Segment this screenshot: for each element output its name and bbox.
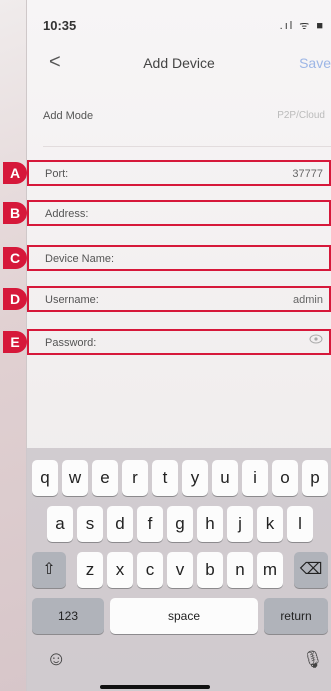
password-label: Password:: [45, 337, 97, 349]
address-label: Address:: [45, 208, 89, 220]
key-o[interactable]: o: [272, 460, 298, 496]
password-field[interactable]: E Password:: [3, 329, 331, 355]
port-label: Port:: [45, 168, 69, 180]
port-value: 37777: [292, 168, 323, 180]
status-time: 10:35: [43, 18, 77, 33]
badge-a: A: [3, 162, 27, 184]
home-indicator: [100, 685, 210, 689]
key-p[interactable]: p: [302, 460, 328, 496]
keyboard: q w e r t y u i o p a s d f g h j k l ⇧ …: [26, 448, 331, 691]
key-z[interactable]: z: [77, 552, 103, 588]
key-r[interactable]: r: [122, 460, 148, 496]
key-s[interactable]: s: [77, 506, 103, 542]
key-e[interactable]: e: [92, 460, 118, 496]
space-key[interactable]: space: [110, 598, 258, 634]
add-mode-row[interactable]: Add Mode P2P/Cloud: [27, 104, 331, 130]
key-y[interactable]: y: [182, 460, 208, 496]
device-name-label: Device Name:: [45, 253, 115, 265]
divider: [43, 146, 331, 147]
username-value: admin: [293, 294, 323, 306]
key-a[interactable]: a: [47, 506, 73, 542]
key-t[interactable]: t: [152, 460, 178, 496]
return-key[interactable]: return: [264, 598, 328, 634]
key-k[interactable]: k: [257, 506, 283, 542]
badge-b: B: [3, 202, 27, 224]
key-n[interactable]: n: [227, 552, 253, 588]
key-h[interactable]: h: [197, 506, 223, 542]
username-field[interactable]: D Username: admin: [3, 286, 331, 312]
nav-bar: < Add Device Save: [27, 52, 331, 76]
key-j[interactable]: j: [227, 506, 253, 542]
add-mode-value: P2P/Cloud: [277, 110, 325, 121]
save-button[interactable]: Save: [299, 55, 331, 71]
key-u[interactable]: u: [212, 460, 238, 496]
badge-e: E: [3, 331, 27, 353]
page-title: Add Device: [143, 55, 215, 71]
key-l[interactable]: l: [287, 506, 313, 542]
add-mode-label: Add Mode: [43, 110, 94, 122]
key-w[interactable]: w: [62, 460, 88, 496]
shift-key-icon[interactable]: ⇧: [32, 552, 66, 588]
username-label: Username:: [45, 294, 99, 306]
key-v[interactable]: v: [167, 552, 193, 588]
key-x[interactable]: x: [107, 552, 133, 588]
key-c[interactable]: c: [137, 552, 163, 588]
numbers-key[interactable]: 123: [32, 598, 104, 634]
status-bar: 10:35 .ıl ᯤ ■: [37, 18, 331, 36]
key-q[interactable]: q: [32, 460, 58, 496]
delete-key-icon[interactable]: ⌫: [294, 552, 328, 588]
key-f[interactable]: f: [137, 506, 163, 542]
key-b[interactable]: b: [197, 552, 223, 588]
eye-icon[interactable]: [309, 334, 323, 344]
emoji-icon[interactable]: ☺: [46, 648, 66, 671]
badge-c: C: [3, 247, 27, 269]
key-g[interactable]: g: [167, 506, 193, 542]
port-field[interactable]: A Port: 37777: [3, 160, 331, 186]
key-m[interactable]: m: [257, 552, 283, 588]
microphone-icon[interactable]: 🎙: [302, 650, 324, 670]
badge-d: D: [3, 288, 27, 310]
signal-wifi-battery-icon: .ıl ᯤ ■: [279, 20, 325, 32]
key-i[interactable]: i: [242, 460, 268, 496]
key-d[interactable]: d: [107, 506, 133, 542]
device-name-field[interactable]: C Device Name:: [3, 245, 331, 271]
address-field[interactable]: B Address:: [3, 200, 331, 226]
